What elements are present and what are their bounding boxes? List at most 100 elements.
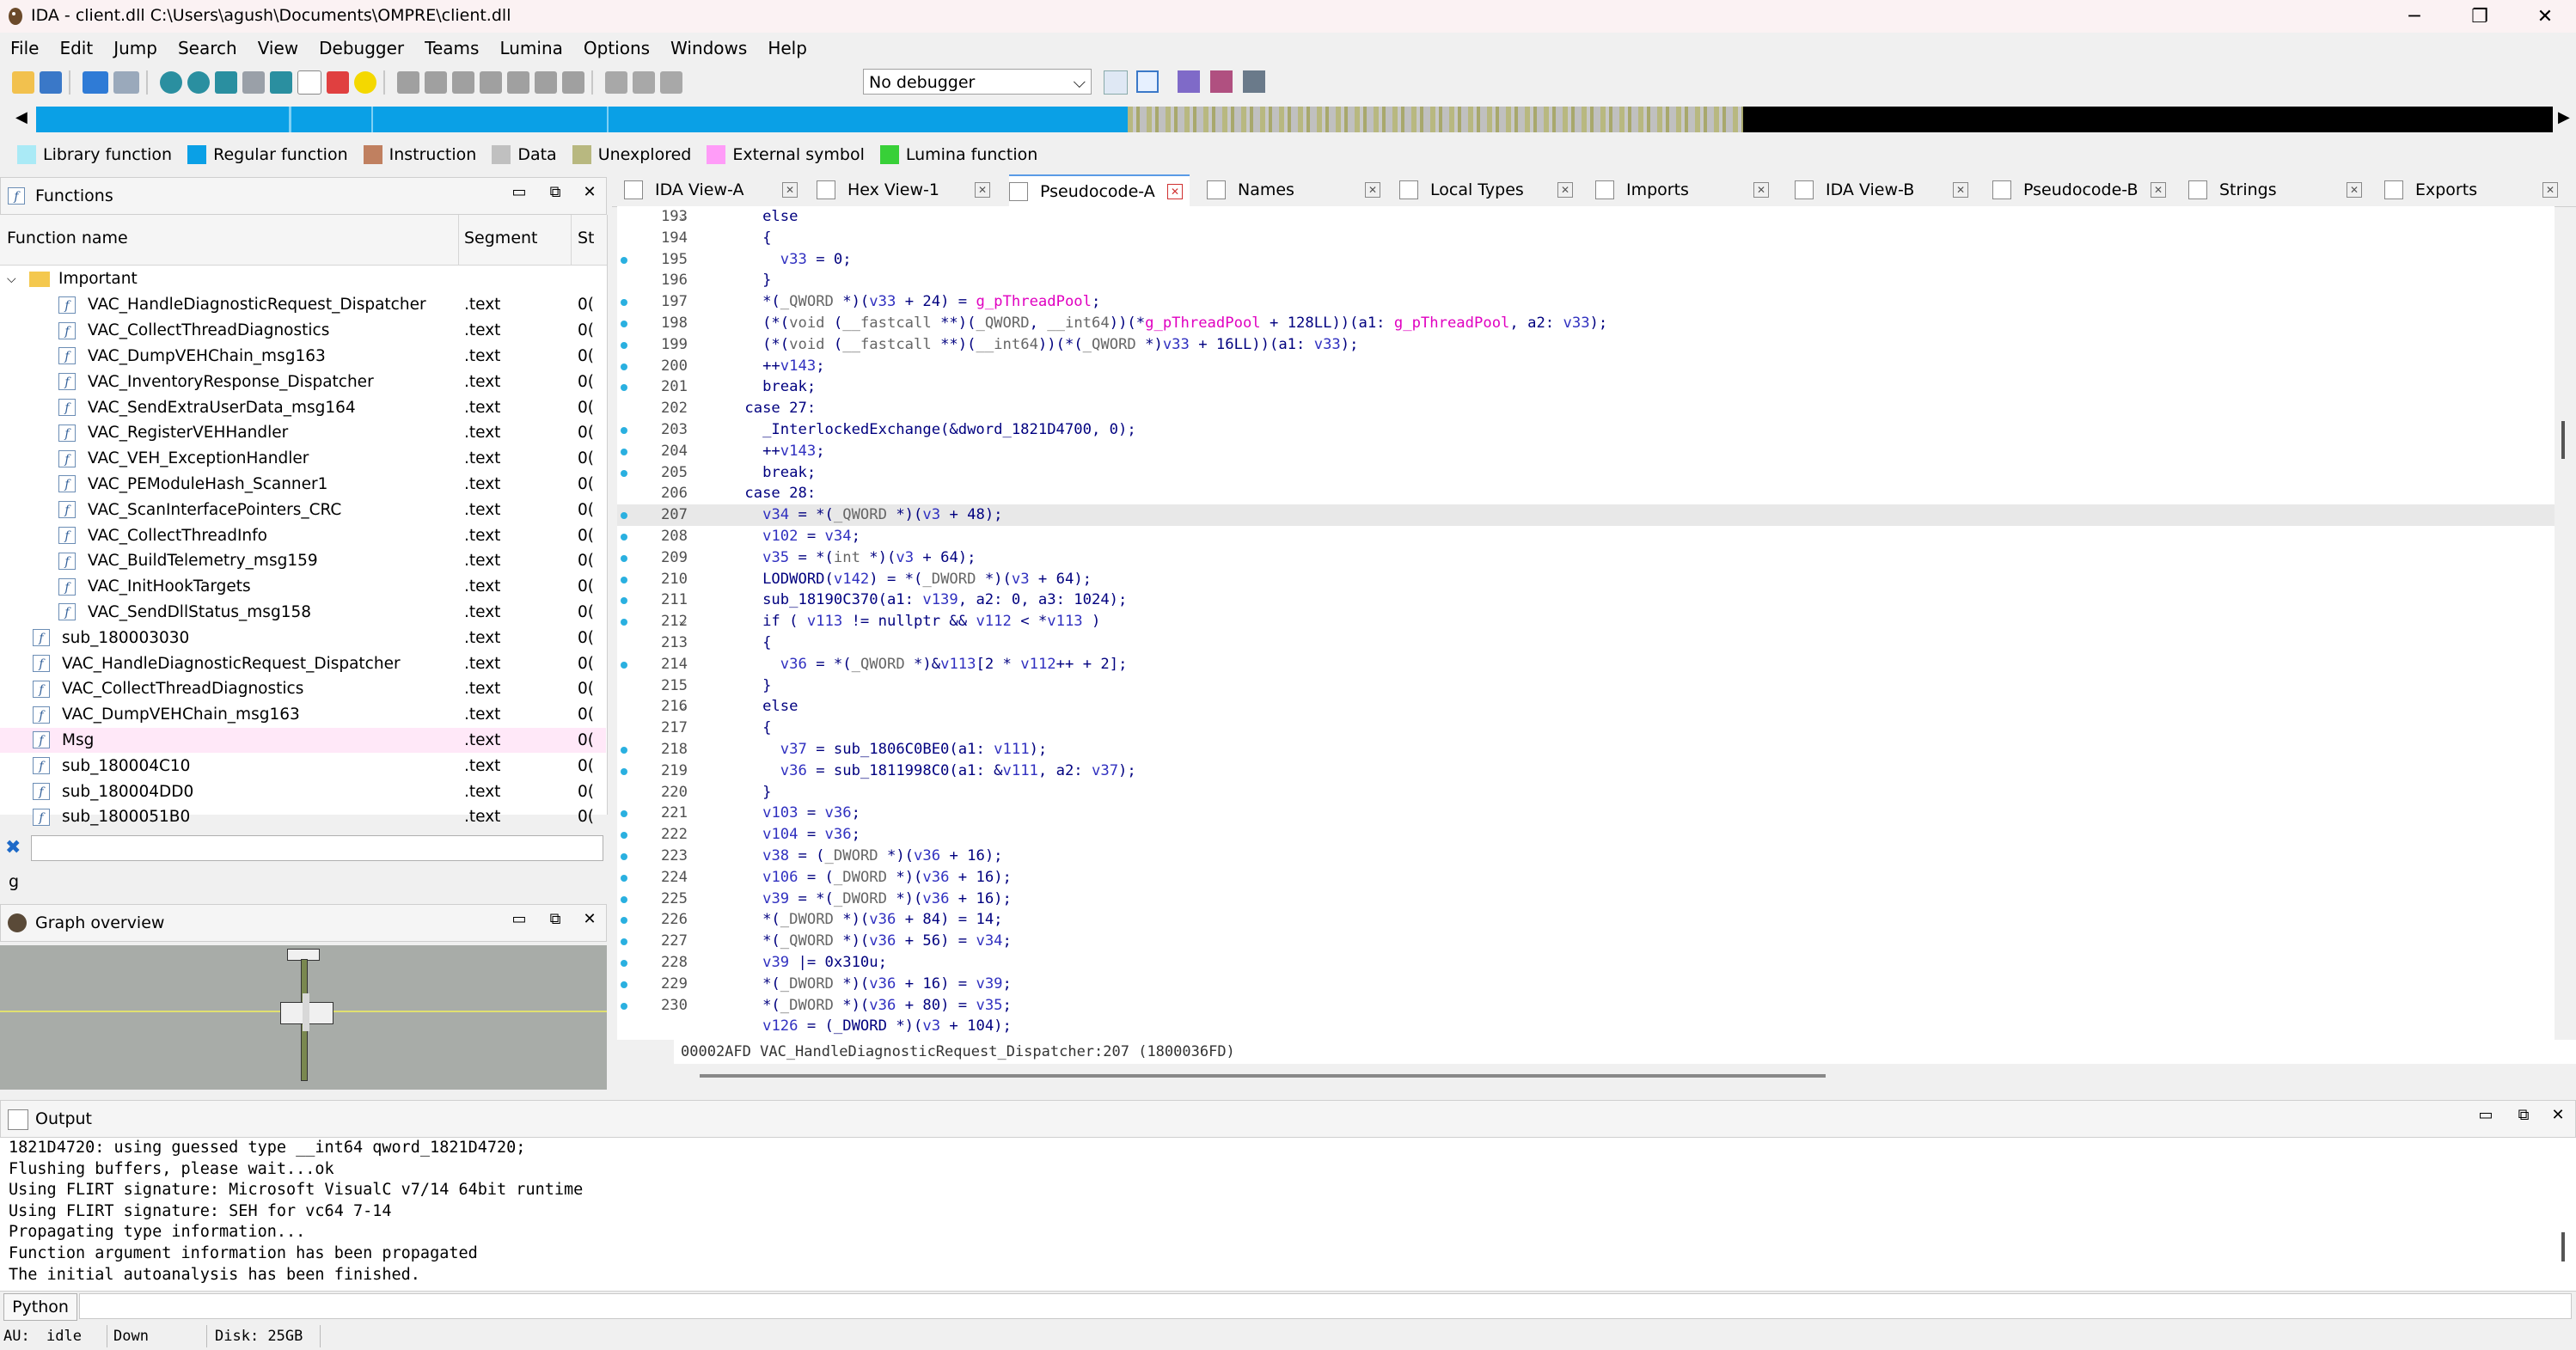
breakpoint-dot-icon[interactable] (621, 534, 627, 541)
debugger-select[interactable]: No debugger ⌵ (863, 69, 1092, 95)
pane-float-icon[interactable]: ⧉ (546, 183, 565, 202)
folder-row[interactable]: ⌵ Important (0, 266, 606, 292)
breakpoint-dot-icon[interactable] (621, 767, 627, 775)
breakpoint-dot-icon[interactable] (621, 619, 627, 626)
function-row[interactable]: f Msg .text 0( (0, 727, 606, 754)
code-line[interactable]: 209 v35 = *(int *)(v3 + 64); (617, 547, 2555, 569)
breakpoint-dot-icon[interactable] (621, 747, 627, 754)
code-line[interactable]: 198 (*(void (__fastcall **)(_QWORD, __in… (617, 313, 2555, 334)
nav-left-arrow-icon[interactable]: ◀ (15, 108, 28, 126)
pane-float-icon[interactable]: ⧉ (546, 910, 565, 929)
breakpoint-dot-icon[interactable] (621, 810, 627, 818)
tab-strings[interactable]: Strings ✕ (2188, 174, 2369, 205)
tab-close-icon[interactable]: ✕ (782, 182, 798, 198)
menu-jump[interactable]: Jump (113, 38, 157, 58)
save-icon[interactable] (40, 71, 62, 94)
code-line[interactable]: 212 ⌵ if ( v113 != nullptr && v112 < *v11… (617, 611, 2555, 632)
attach-icon[interactable] (1136, 70, 1159, 93)
column-start[interactable]: St (578, 229, 595, 247)
stop-icon[interactable] (660, 71, 682, 94)
text-icon[interactable] (297, 70, 321, 95)
output-scrollbar[interactable] (2561, 1232, 2565, 1261)
menu-debugger[interactable]: Debugger (319, 38, 404, 58)
code-line[interactable]: 228 v39 |= 0x310u; (617, 952, 2555, 974)
code-line[interactable]: 203 _InterlockedExchange(&dword_1821D470… (617, 419, 2555, 441)
function-row[interactable]: f sub_180003030 .text 0( (0, 625, 606, 651)
menu-lumina[interactable]: Lumina (499, 38, 562, 58)
breakpoint-dot-icon[interactable] (621, 576, 627, 583)
menu-teams[interactable]: Teams (425, 38, 479, 58)
tool-f-icon[interactable] (535, 71, 557, 94)
code-line[interactable]: 197 *(_QWORD *)(v33 + 24) = g_pThreadPoo… (617, 291, 2555, 313)
hidden-icon[interactable] (242, 71, 265, 94)
tool-d-icon[interactable] (480, 71, 502, 94)
tab-close-icon[interactable]: ✕ (2347, 182, 2362, 198)
function-row[interactable]: f VAC_HandleDiagnosticRequest_Dispatcher.… (0, 292, 606, 318)
code-line[interactable]: 213 { (617, 632, 2555, 654)
pane-maximize-icon[interactable]: ▭ (510, 183, 529, 202)
code-line[interactable]: 202 case 27: (617, 398, 2555, 419)
pane-close-icon[interactable]: ✕ (2548, 1106, 2567, 1125)
code-line[interactable]: 215 } (617, 675, 2555, 697)
open-file-icon[interactable] (12, 71, 34, 94)
function-row[interactable]: f sub_1800051B0 .text 0( (0, 804, 606, 830)
breakpoint-dot-icon[interactable] (621, 597, 627, 605)
code-line[interactable]: 194 { (617, 228, 2555, 249)
python-command-input[interactable] (79, 1293, 2572, 1319)
column-segment[interactable]: Segment (464, 229, 538, 247)
breakpoint-dot-icon[interactable] (621, 1002, 627, 1010)
tab-close-icon[interactable]: ✕ (1557, 182, 1573, 198)
tab-close-icon[interactable]: ✕ (975, 182, 990, 198)
breakpoint-dot-icon[interactable] (621, 960, 627, 967)
breakpoint-dot-icon[interactable] (621, 448, 627, 455)
tab-hex-view-1[interactable]: Hex View-1 ✕ (817, 174, 997, 205)
code-line[interactable]: 223 v38 = (_DWORD *)(v36 + 16); (617, 846, 2555, 867)
menu-search[interactable]: Search (178, 38, 237, 58)
forward-icon[interactable] (113, 71, 139, 94)
menu-help[interactable]: Help (768, 38, 807, 58)
filter-input[interactable] (31, 835, 603, 861)
maximize-button[interactable]: ❐ (2450, 0, 2510, 33)
pseudocode-view[interactable]: 193 ⌵ else 194 {195 v33 = 0; 196 } 197 *(_QW… (617, 206, 2555, 1040)
breakpoint-dot-icon[interactable] (621, 853, 627, 860)
tab-close-icon[interactable]: ✕ (1953, 182, 1968, 198)
function-row[interactable]: f VAC_HandleDiagnosticRequest_Dispatcher.… (0, 651, 606, 676)
function-row[interactable]: f VAC_DumpVEHChain_msg163 .text 0( (0, 702, 606, 728)
horizontal-scrollbar[interactable] (700, 1074, 1826, 1078)
code-line[interactable]: 224 v106 = (_DWORD *)(v36 + 16); (617, 867, 2555, 889)
code-line[interactable]: 204 ++v143; (617, 441, 2555, 462)
code-line[interactable]: 218 v37 = sub_1806C0BE0(a1: v111); (617, 739, 2555, 761)
breakpoint-dot-icon[interactable] (621, 938, 627, 946)
tab-close-icon[interactable]: ✕ (1365, 182, 1380, 198)
function-row[interactable]: f VAC_InventoryResponse_Dispatcher .text 0( (0, 369, 606, 394)
code-line[interactable]: 222 v104 = v36; (617, 824, 2555, 846)
code-line[interactable]: 208 v102 = v34; (617, 526, 2555, 547)
code-line[interactable]: 199 (*(void (__fastcall **)(__int64))(*(… (617, 334, 2555, 356)
tab-close-icon[interactable]: ✕ (1753, 182, 1769, 198)
pane-maximize-icon[interactable]: ▭ (2476, 1106, 2495, 1125)
code-line[interactable]: 217 { (617, 718, 2555, 739)
column-function-name[interactable]: Function name (7, 229, 128, 247)
fold-chevron-icon[interactable]: ⌵ (679, 206, 686, 228)
tool-c-icon[interactable] (452, 71, 474, 94)
function-row[interactable]: f VAC_VEH_ExceptionHandler .text 0( (0, 446, 606, 472)
function-row[interactable]: f VAC_CollectThreadDiagnostics .text 0( (0, 676, 606, 702)
navigation-strip[interactable] (36, 107, 2553, 132)
stack-icon[interactable] (215, 71, 237, 94)
fold-chevron-icon[interactable]: ⌵ (679, 611, 686, 632)
code-line[interactable]: 219 v36 = sub_1811998C0(a1: &v111, a2: v… (617, 761, 2555, 782)
code-line[interactable]: 229 *(_DWORD *)(v36 + 16) = v39; (617, 974, 2555, 995)
breakpoint-dot-icon[interactable] (621, 384, 627, 392)
function-row[interactable]: f VAC_SendExtraUserData_msg164 .text 0( (0, 394, 606, 420)
tracing-icon[interactable] (1210, 70, 1233, 93)
back-icon[interactable] (83, 71, 108, 94)
tab-pseudocode-a[interactable]: Pseudocode-A ✕ (1009, 174, 1190, 207)
tab-ida-view-a[interactable]: IDA View-A ✕ (624, 174, 805, 205)
graph-overview-canvas[interactable] (0, 945, 607, 1090)
tab-local-types[interactable]: Local Types ✕ (1399, 174, 1580, 205)
graph-icon[interactable] (160, 71, 182, 94)
function-row[interactable]: f sub_180004C10 .text 0( (0, 753, 606, 779)
jump-icon[interactable] (270, 71, 292, 94)
play-icon[interactable] (605, 71, 627, 94)
list-icon[interactable] (1243, 70, 1265, 93)
